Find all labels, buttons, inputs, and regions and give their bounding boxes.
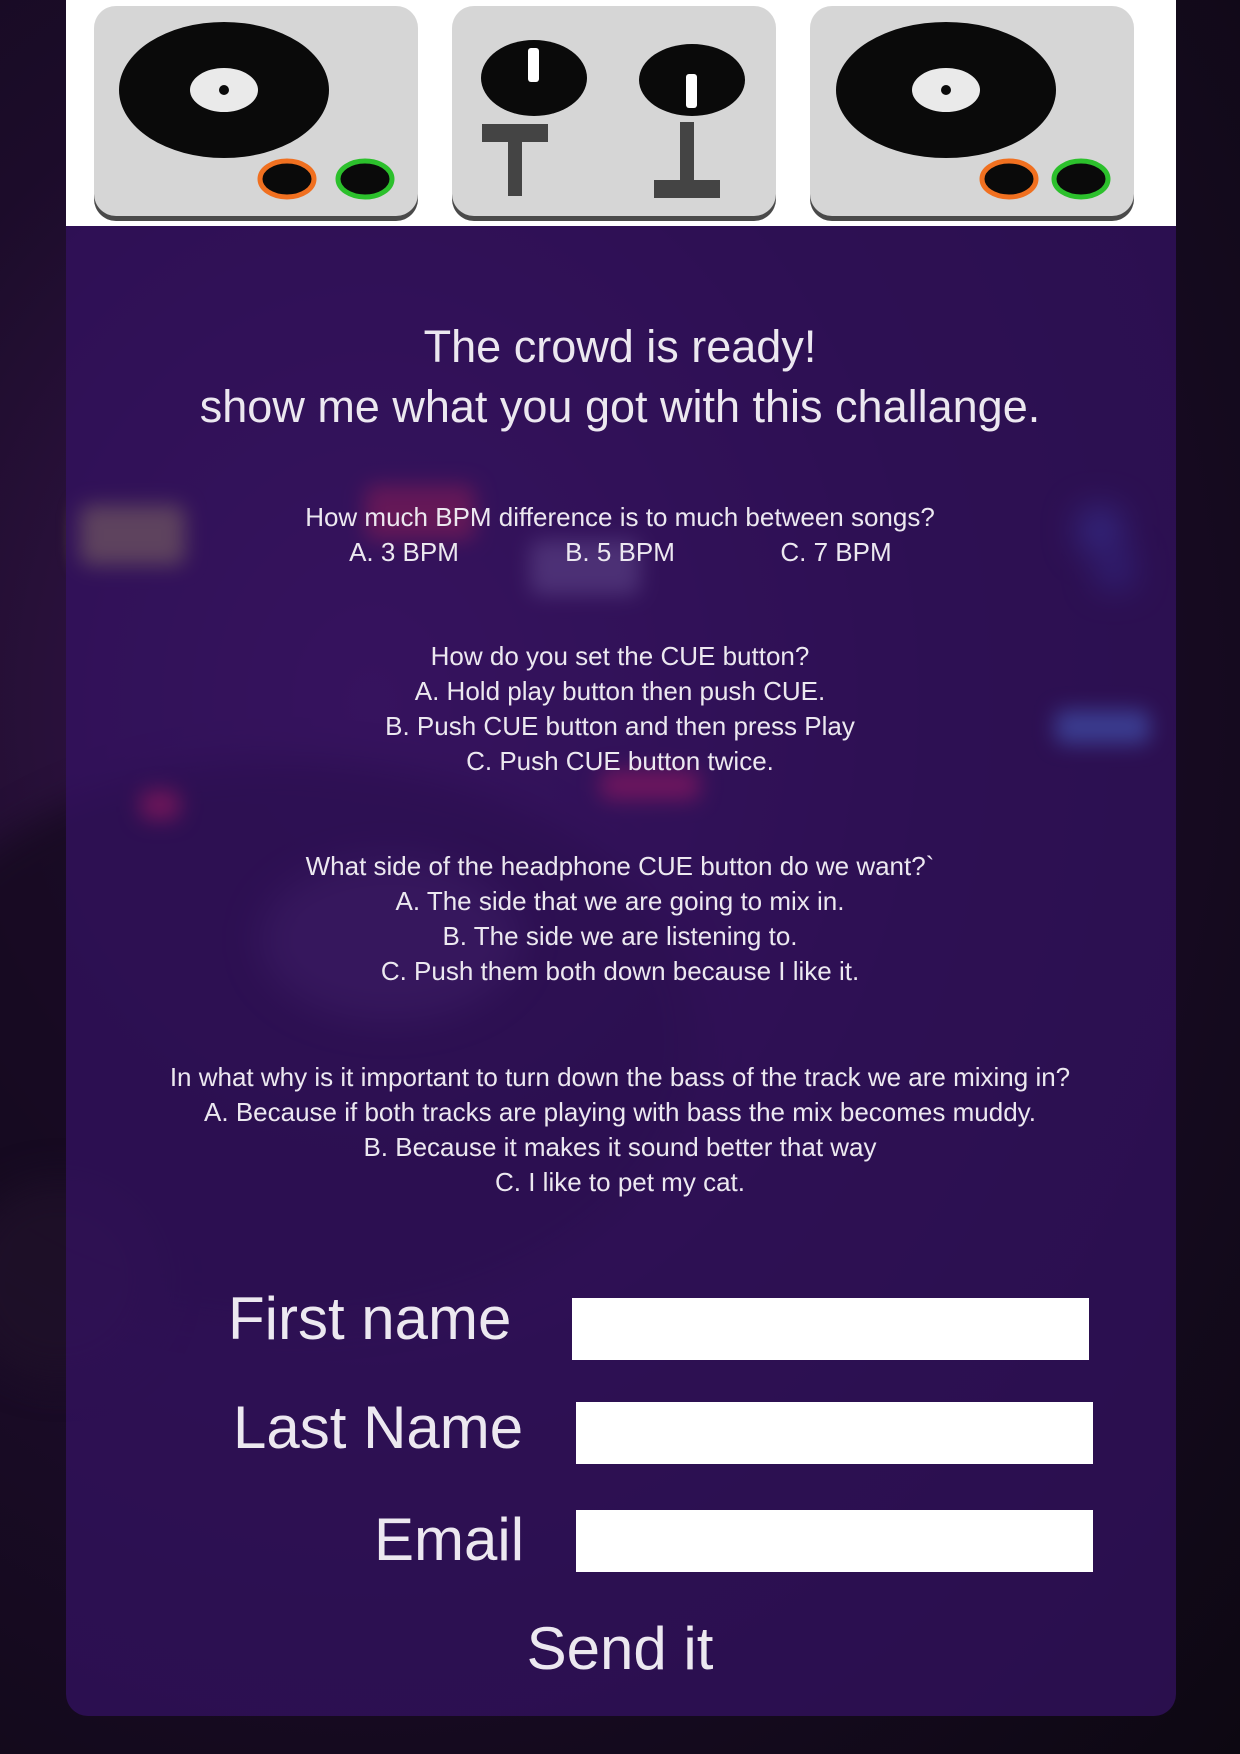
mixer-icon [452, 6, 776, 216]
turntable-icon [94, 6, 418, 216]
page-title: The crowd is ready! show me what you got… [0, 317, 1240, 437]
question-4: In what why is it important to turn down… [0, 1060, 1240, 1200]
last-name-label: Last Name [233, 1394, 524, 1461]
option-a: A. Because if both tracks are playing wi… [204, 1097, 1036, 1127]
option-a: A. 3 BPM [349, 537, 459, 567]
first-name-label: First name [228, 1285, 512, 1352]
title-line-1: The crowd is ready! [423, 321, 817, 372]
option-b: B. Because it makes it sound better that… [363, 1132, 877, 1162]
last-name-input[interactable] [576, 1402, 1093, 1464]
option-b: B. 5 BPM [565, 537, 675, 567]
turntable-icon [810, 6, 1134, 216]
question-3: What side of the headphone CUE button do… [0, 849, 1240, 989]
option-c: C. 7 BPM [780, 537, 892, 567]
question-1: How much BPM difference is to much betwe… [0, 500, 1240, 570]
option-c: C. Push them both down because I like it… [380, 956, 860, 986]
option-a: A. Hold play button then push CUE. [414, 676, 826, 706]
title-line-2: show me what you got with this challange… [199, 381, 1041, 432]
question-2: How do you set the CUE button? A. Hold p… [0, 639, 1240, 779]
option-row: A. 3 BPM B. 5 BPM C. 7 BPM [0, 535, 1240, 570]
option-b: B. The side we are listening to. [442, 921, 798, 951]
option-c: C. Push CUE button twice. [466, 746, 774, 776]
option-b: B. Push CUE button and then press Play [385, 711, 855, 741]
question-text: How much BPM difference is to much betwe… [305, 502, 935, 532]
option-a: A. The side that we are going to mix in. [395, 886, 845, 916]
question-text: What side of the headphone CUE button do… [305, 851, 935, 881]
header-banner [66, 0, 1176, 226]
email-label: Email [374, 1506, 525, 1573]
first-name-input[interactable] [572, 1298, 1089, 1360]
option-c: C. I like to pet my cat. [495, 1167, 745, 1197]
send-button[interactable]: Send it [420, 1608, 820, 1688]
question-text: How do you set the CUE button? [430, 641, 810, 671]
question-text: In what why is it important to turn down… [169, 1062, 1071, 1092]
email-input[interactable] [576, 1510, 1093, 1572]
